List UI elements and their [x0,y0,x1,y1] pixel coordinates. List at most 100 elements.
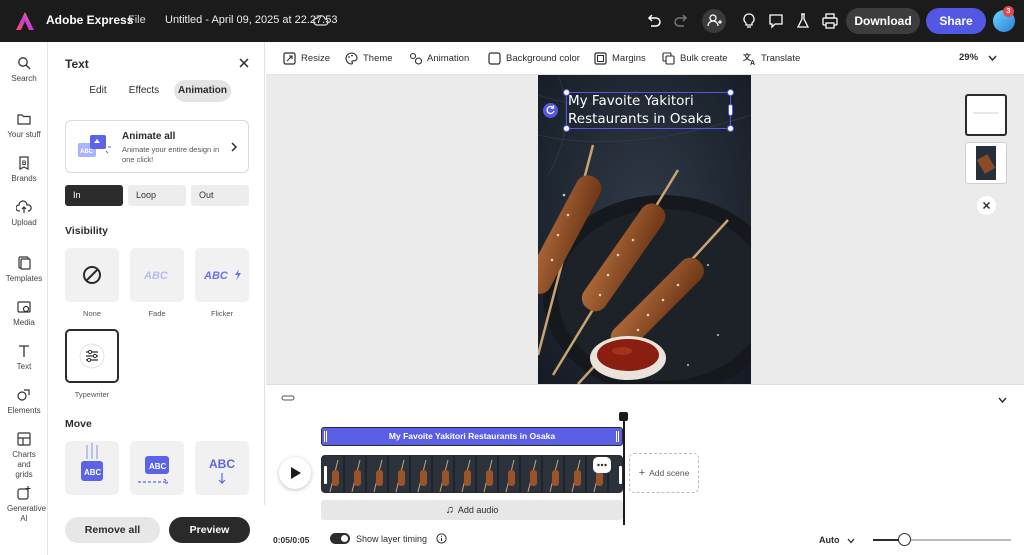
segment-loop[interactable]: Loop [128,185,186,206]
animate-all-title: Animate all [122,131,176,142]
left-rail: Search Your stuff B Brands Upload Templa… [0,42,48,555]
canvas-headline[interactable]: My Favoite Yakitori Restaurants in Osaka [568,92,728,128]
palette-icon [345,52,358,65]
document-title[interactable]: Untitled - April 09, 2025 at 22.27.53 [165,14,337,26]
margins-icon [594,52,607,65]
preview-button[interactable]: Preview [169,517,250,543]
resize-handle[interactable] [727,125,734,132]
plus-icon: + [638,467,646,479]
play-icon [291,467,301,479]
show-layer-timing-toggle[interactable] [330,533,350,544]
resize-handle[interactable] [563,125,570,132]
rail-item-generative-ai[interactable]: Generative AI [0,486,48,524]
playhead[interactable] [623,415,625,525]
animation-drop[interactable]: ABC [195,441,249,495]
flask-icon[interactable] [794,12,812,30]
tool-label: Bulk create [680,53,728,64]
rail-label: Your stuff [7,130,41,139]
comment-icon[interactable] [767,12,785,30]
animation-drift[interactable]: ABC [130,441,184,495]
invite-user-button[interactable] [702,9,726,33]
animate-all-illustration-icon: ABC [78,135,111,157]
rail-item-templates[interactable]: Templates [0,256,48,284]
color-swatch-icon [488,52,501,65]
tab-edit[interactable]: Edit [81,80,115,102]
chevron-down-icon[interactable] [998,397,1007,404]
bulk-create-button[interactable]: Bulk create [662,52,732,66]
play-button[interactable] [279,457,311,489]
timeline-zoom-slider-knob[interactable] [897,533,911,546]
download-button[interactable]: Download [846,8,920,34]
info-icon[interactable] [436,533,447,544]
chevron-right-icon [231,142,238,152]
animation-typewriter[interactable] [65,329,119,383]
chart-icon [17,432,31,446]
chevron-down-icon[interactable] [847,538,855,544]
scene-filmstrip [322,456,622,492]
tab-effects[interactable]: Effects [123,80,165,102]
rail-item-charts[interactable]: Charts and grids [0,432,48,480]
margins-button[interactable]: Margins [594,52,654,66]
resize-handle[interactable] [727,89,734,96]
translate-button[interactable]: 文A Translate [743,52,803,66]
cloud-icon[interactable] [313,13,329,27]
rail-item-media[interactable]: Media [0,300,48,328]
brand-icon: B [19,156,29,170]
side-handle[interactable] [728,104,733,116]
search-icon [18,57,31,70]
page-thumbnail-1[interactable] [965,94,1007,136]
remove-all-button[interactable]: Remove all [65,517,160,543]
collapse-handle-icon[interactable] [281,395,295,401]
svg-text:ABC: ABC [149,462,167,471]
print-icon[interactable] [821,12,839,30]
animation-bungee[interactable]: ABC [65,441,119,495]
timeline: My Favoite Yakitori Restaurants in Osaka [266,384,1024,555]
text-panel: Text Edit Effects Animation ABC Animate … [49,42,265,555]
track-trim-handle-left[interactable] [324,431,327,442]
close-thumbnails-button[interactable] [977,196,996,215]
adobe-express-logo-icon[interactable] [15,11,35,31]
tool-label: Background color [506,53,580,64]
text-layer-track[interactable]: My Favoite Yakitori Restaurants in Osaka [321,427,623,446]
settings-sliders-icon [79,343,105,369]
tab-animation[interactable]: Animation [174,80,231,102]
animation-flicker[interactable]: ABC [195,248,249,302]
add-scene-button[interactable]: + Add scene [629,453,699,493]
rail-item-your-stuff[interactable]: Your stuff [0,112,48,140]
background-color-button[interactable]: Background color [488,52,588,66]
share-button[interactable]: Share [926,8,986,34]
track-trim-handle-right[interactable] [616,431,619,442]
visibility-heading: Visibility [65,225,108,237]
close-icon [982,201,991,210]
flicker-preview-icon: ABC [203,269,241,282]
add-audio-button[interactable]: ♫ Add audio [321,500,623,520]
scene-track[interactable] [321,455,623,493]
zoom-level[interactable]: 29% [959,52,978,63]
rail-item-elements[interactable]: Elements [0,388,48,416]
redo-icon[interactable] [672,12,690,30]
segment-in[interactable]: In [65,185,123,206]
resize-handle[interactable] [563,89,570,96]
animate-all-card[interactable]: ABC Animate all Animate your entire desi… [65,120,249,173]
rail-item-search[interactable]: Search [0,56,48,84]
close-icon[interactable] [237,56,251,70]
undo-icon[interactable] [645,12,663,30]
lightbulb-icon[interactable] [740,12,758,30]
page-thumbnail-2[interactable] [965,142,1007,184]
segment-out[interactable]: Out [191,185,249,206]
scene-comment-button[interactable] [593,457,611,473]
rail-item-brands[interactable]: B Brands [0,156,48,184]
animation-fade[interactable]: ABC [130,248,184,302]
tool-label: Margins [612,53,646,64]
animation-button[interactable]: Animation [409,52,479,66]
theme-button[interactable]: Theme [345,52,405,66]
rail-label: Media [13,318,35,327]
file-menu[interactable]: File [128,14,146,26]
resize-button[interactable]: Resize [283,52,343,66]
rail-item-upload[interactable]: Upload [0,200,48,228]
rotate-button[interactable] [543,103,558,118]
timeline-zoom-select[interactable]: Auto [819,535,840,545]
animation-none[interactable] [65,248,119,302]
rail-item-text[interactable]: Text [0,344,48,372]
chevron-down-icon[interactable] [988,55,997,62]
